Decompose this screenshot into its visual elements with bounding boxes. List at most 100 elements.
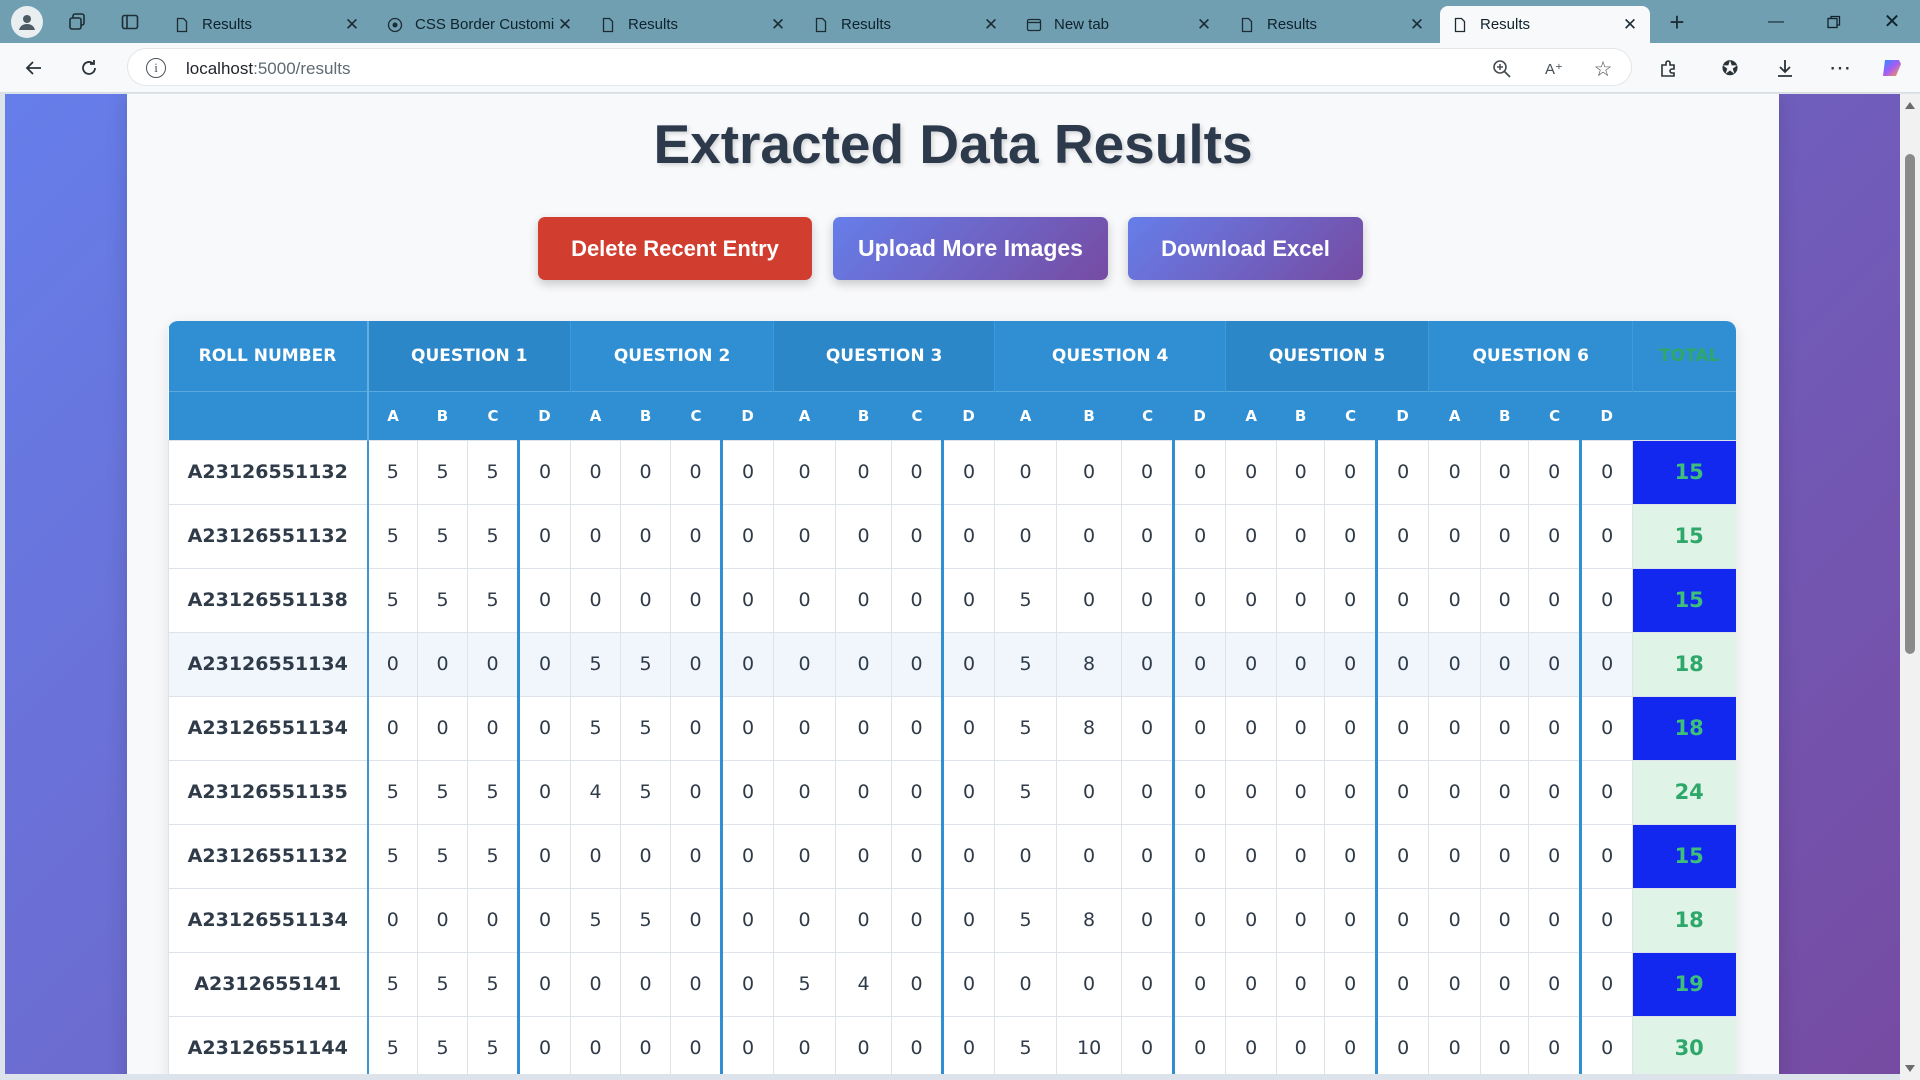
- copilot-icon[interactable]: [1876, 53, 1908, 83]
- address-url[interactable]: localhost:5000/results: [186, 59, 350, 79]
- tab-close-icon[interactable]: ✕: [1194, 15, 1214, 35]
- score-cell: 0: [1376, 695, 1430, 761]
- score-cell: 0: [891, 951, 945, 1017]
- option-b-header: B: [835, 390, 892, 440]
- document-page-icon: [600, 17, 616, 33]
- score-cell: 0: [942, 1015, 996, 1074]
- extensions-icon[interactable]: [1652, 53, 1684, 83]
- browser-tab-5[interactable]: New tab ✕: [1014, 6, 1224, 43]
- browser-tab-6[interactable]: Results ✕: [1227, 6, 1437, 43]
- score-cell: 0: [517, 887, 572, 953]
- minimize-icon[interactable]: —: [1748, 0, 1804, 43]
- tab-close-icon[interactable]: ✕: [555, 15, 575, 35]
- score-cell: 0: [1428, 631, 1482, 697]
- scrollbar-thumb[interactable]: [1905, 154, 1915, 654]
- scroll-down-arrow-icon[interactable]: [1905, 1065, 1915, 1072]
- table-row: A23126551132 5 5 5 0 0 0 0 0 0 0 0 0 0 0 0 0 0 0 0 0 0 0 0 0 15: [168, 503, 1736, 569]
- favorites-list-icon[interactable]: ✪: [1714, 53, 1746, 83]
- score-cell: 5: [467, 439, 520, 505]
- vertical-scrollbar[interactable]: [1900, 94, 1920, 1080]
- site-info-icon[interactable]: i: [146, 58, 166, 78]
- score-cell: 0: [1324, 439, 1379, 505]
- close-window-icon[interactable]: ✕: [1864, 0, 1920, 43]
- back-arrow-icon[interactable]: [18, 53, 50, 83]
- score-cell: 0: [570, 823, 622, 889]
- score-cell: 0: [570, 503, 622, 569]
- roll-number-cell: A23126551132: [168, 439, 369, 505]
- new-tab-plus-icon[interactable]: +: [1662, 7, 1692, 37]
- score-cell: 0: [517, 1015, 572, 1074]
- score-cell: 0: [1121, 1015, 1176, 1074]
- score-cell: 0: [1324, 951, 1379, 1017]
- delete-recent-entry-button[interactable]: Delete Recent Entry: [538, 217, 812, 280]
- browser-tab-7[interactable]: Results ✕: [1440, 6, 1650, 43]
- address-bar[interactable]: i localhost:5000/results A⁺ ☆: [127, 48, 1632, 86]
- read-aloud-icon[interactable]: A⁺: [1542, 57, 1566, 81]
- results-table: Roll Number Question 1 Question 2 Question …: [168, 321, 1736, 1074]
- option-c-header: C: [1121, 390, 1174, 440]
- browser-tab-3[interactable]: Results ✕: [588, 6, 798, 43]
- downloads-icon[interactable]: [1769, 53, 1801, 83]
- option-c-header: C: [1324, 390, 1377, 440]
- score-cell: 0: [1376, 631, 1430, 697]
- score-cell: 5: [994, 887, 1058, 953]
- page-title: Extracted Data Results: [653, 113, 1253, 175]
- score-cell: 0: [517, 951, 572, 1017]
- tab-close-icon[interactable]: ✕: [342, 15, 362, 35]
- browser-tab-4[interactable]: Results ✕: [801, 6, 1011, 43]
- score-cell: 0: [891, 759, 945, 825]
- roll-number-cell: A23126551134: [168, 631, 369, 697]
- score-cell: 0: [1056, 759, 1123, 825]
- roll-number-header: Roll Number: [168, 321, 369, 391]
- tab-title: Results: [628, 16, 679, 33]
- upload-more-images-button[interactable]: Upload More Images: [833, 217, 1108, 280]
- profile-avatar-icon[interactable]: [11, 6, 43, 38]
- option-d-header: D: [942, 390, 995, 440]
- score-cell: 0: [1376, 823, 1430, 889]
- score-cell: 0: [891, 631, 945, 697]
- score-cell: 5: [994, 759, 1058, 825]
- download-excel-button[interactable]: Download Excel: [1128, 217, 1363, 280]
- score-cell: 0: [1580, 1015, 1634, 1074]
- score-cell: 0: [1428, 887, 1482, 953]
- browser-tab-2[interactable]: CSS Border Customiz ✕: [375, 6, 585, 43]
- score-cell: 0: [994, 823, 1058, 889]
- score-cell: 0: [1276, 887, 1326, 953]
- scroll-up-arrow-icon[interactable]: [1905, 102, 1915, 109]
- score-cell: 0: [1173, 439, 1227, 505]
- more-menu-icon[interactable]: ⋯: [1824, 53, 1856, 83]
- favorite-star-icon[interactable]: ☆: [1591, 57, 1615, 81]
- score-cell: 0: [1324, 887, 1379, 953]
- score-cell: 0: [1121, 695, 1176, 761]
- score-cell: 0: [1173, 567, 1227, 633]
- score-cell: 5: [417, 823, 468, 889]
- score-cell: 0: [891, 567, 945, 633]
- score-cell: 0: [467, 631, 520, 697]
- document-page-icon: [1452, 17, 1468, 33]
- score-cell: 0: [1428, 951, 1482, 1017]
- restore-window-icon[interactable]: [1806, 0, 1862, 43]
- tab-close-icon[interactable]: ✕: [981, 15, 1001, 35]
- tab-title: Results: [841, 16, 892, 33]
- tab-close-icon[interactable]: ✕: [768, 15, 788, 35]
- score-cell: 0: [1480, 631, 1530, 697]
- browser-tab-1[interactable]: Results ✕: [162, 6, 372, 43]
- score-cell: 0: [942, 567, 996, 633]
- tab-actions-icon[interactable]: [115, 7, 145, 37]
- score-cell: 0: [942, 503, 996, 569]
- score-cell: 0: [1428, 759, 1482, 825]
- zoom-icon[interactable]: [1490, 57, 1514, 81]
- tab-close-icon[interactable]: ✕: [1620, 15, 1640, 35]
- score-cell: 0: [835, 439, 893, 505]
- score-cell: 0: [620, 823, 672, 889]
- score-cell: 0: [1173, 631, 1227, 697]
- workspaces-icon[interactable]: [62, 7, 92, 37]
- score-cell: 0: [1376, 567, 1430, 633]
- reload-icon[interactable]: [73, 53, 105, 83]
- score-cell: 0: [1528, 951, 1583, 1017]
- total-cell: 18: [1632, 695, 1736, 761]
- score-cell: 0: [721, 759, 775, 825]
- option-header-row: ABCDABCDABCDABCDABCDABCD: [168, 390, 1736, 440]
- score-cell: 0: [670, 631, 724, 697]
- tab-close-icon[interactable]: ✕: [1407, 15, 1427, 35]
